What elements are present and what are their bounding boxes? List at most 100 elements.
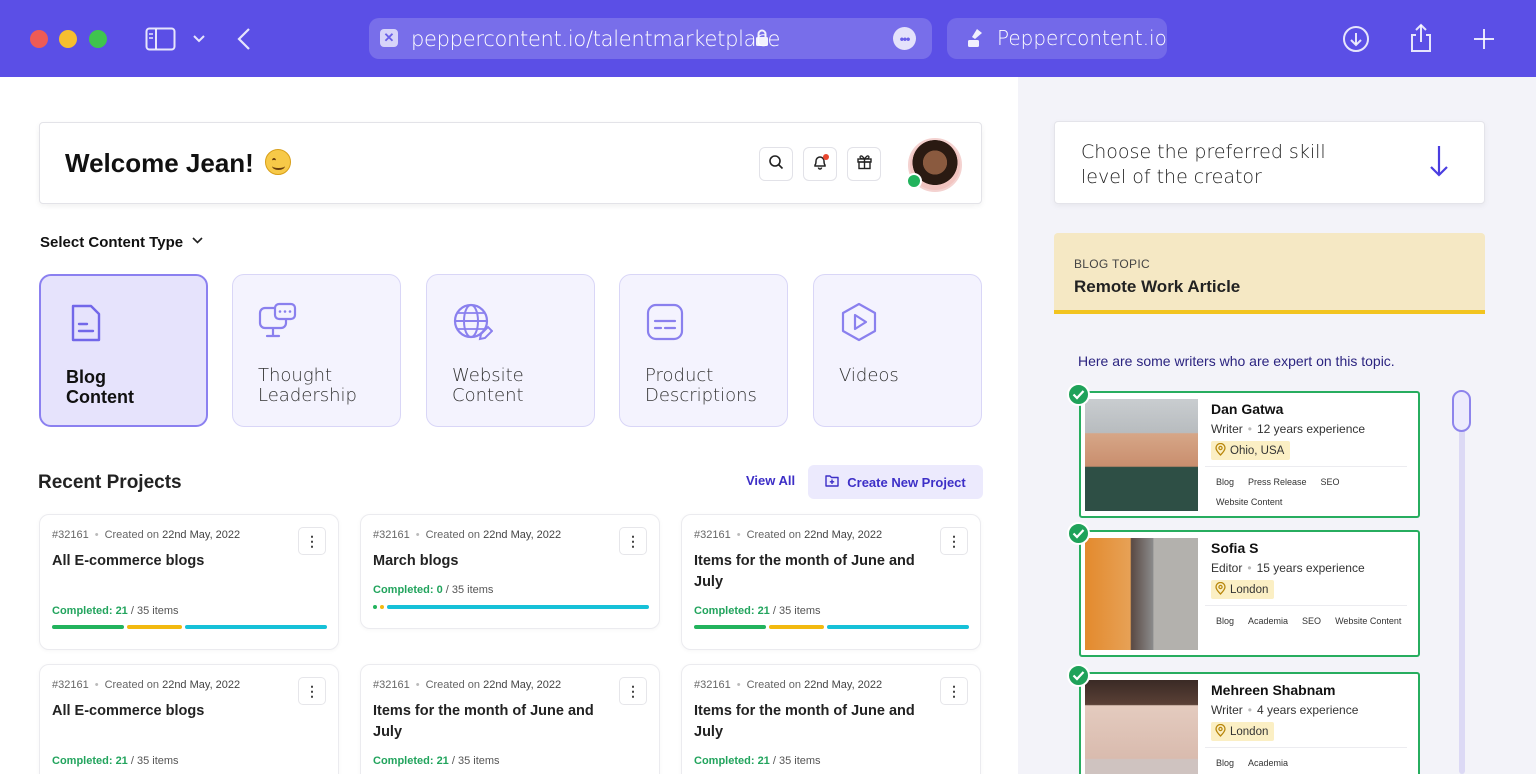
notifications-button[interactable]: [803, 147, 837, 181]
search-icon: [768, 154, 784, 175]
browser-tab[interactable]: Peppercontent.io: [947, 18, 1167, 59]
content-type-label: Website Content: [452, 365, 524, 406]
project-title[interactable]: Items for the month of June and July: [694, 701, 924, 743]
project-title[interactable]: Items for the month of June and July: [694, 551, 924, 593]
writer-location-text: London: [1230, 725, 1269, 738]
project-card[interactable]: #32161 • Created on 22nd May, 2022 ⋮ March b…: [360, 514, 660, 629]
gift-button[interactable]: [847, 147, 881, 181]
project-meta: #32161 • Created on 22nd May, 2022: [52, 679, 241, 691]
view-all-link[interactable]: View All: [746, 473, 795, 488]
project-created-label: Created on: [104, 529, 160, 541]
project-more-button[interactable]: ⋮: [940, 677, 968, 705]
project-card[interactable]: #32161 • Created on 22nd May, 2022 ⋮ Items f…: [360, 664, 660, 774]
completed-count: 21: [757, 605, 770, 617]
completed-label: Completed:: [52, 605, 113, 617]
writer-tag: Academia: [1248, 758, 1289, 768]
project-more-button[interactable]: ⋮: [298, 527, 326, 555]
content-type-thought-leadership[interactable]: Thought Leadership: [232, 274, 401, 427]
location-pin-icon: [1215, 442, 1226, 459]
project-completion: Completed: 21 / 35 items: [373, 755, 500, 767]
maximize-window-button[interactable]: [89, 30, 107, 48]
completed-count: 21: [757, 755, 770, 767]
share-icon[interactable]: [1408, 22, 1434, 54]
project-completion: Completed: 21 / 35 items: [694, 755, 821, 767]
document-icon: [65, 302, 107, 344]
kebab-menu-icon: ⋮: [947, 683, 961, 699]
project-more-button[interactable]: ⋮: [940, 527, 968, 555]
writer-tag: Blog: [1216, 477, 1235, 487]
total-items: / 35 items: [130, 755, 179, 767]
project-meta: #32161 • Created on 22nd May, 2022: [373, 529, 562, 541]
completed-count: 21: [115, 755, 128, 767]
project-card[interactable]: #32161 • Created on 22nd May, 2022 ⋮ All E-c…: [39, 514, 339, 650]
tab-title: Peppercontent.io: [997, 26, 1167, 50]
project-more-button[interactable]: ⋮: [619, 527, 647, 555]
blog-topic-title: Remote Work Article: [1074, 277, 1241, 296]
smiley-emoji-icon: [265, 149, 292, 175]
project-card[interactable]: #32161 • Created on 22nd May, 2022 ⋮ Items f…: [681, 664, 981, 774]
select-content-type-dropdown[interactable]: Select Content Type: [40, 234, 204, 251]
more-options-icon[interactable]: •••: [893, 27, 916, 50]
search-button[interactable]: [759, 147, 793, 181]
chevron-down-icon: [191, 234, 204, 251]
project-title[interactable]: All E-commerce blogs: [52, 551, 282, 572]
writer-card[interactable]: Sofia S Editor • 15 years experience London B…: [1079, 530, 1420, 657]
content-type-blog[interactable]: Blog Content: [39, 274, 208, 427]
project-title[interactable]: March blogs: [373, 551, 603, 572]
create-new-project-button[interactable]: Create New Project: [808, 465, 983, 499]
project-more-button[interactable]: ⋮: [619, 677, 647, 705]
total-items: / 35 items: [772, 605, 821, 617]
writer-tag: Academia: [1248, 616, 1289, 626]
project-title[interactable]: All E-commerce blogs: [52, 701, 282, 722]
pepper-brush-icon: [965, 27, 985, 54]
welcome-title: Welcome Jean!: [65, 148, 292, 179]
project-meta: #32161 • Created on 22nd May, 2022: [52, 529, 241, 541]
writer-role-title: Editor: [1211, 561, 1243, 575]
project-more-button[interactable]: ⋮: [298, 677, 326, 705]
writer-name: Mehreen Shabnam: [1211, 682, 1336, 698]
project-card[interactable]: #32161 • Created on 22nd May, 2022 ⋮ Items f…: [681, 514, 981, 650]
writer-card[interactable]: Dan Gatwa Writer • 12 years experience Ohio,…: [1079, 391, 1420, 518]
project-progress-bar: [694, 625, 969, 629]
completed-label: Completed:: [373, 755, 434, 767]
content-type-product-descriptions[interactable]: Product Descriptions: [619, 274, 788, 427]
project-card[interactable]: #32161 • Created on 22nd May, 2022 ⋮ All E-c…: [39, 664, 339, 774]
sidebar-toggle-icon[interactable]: [145, 27, 176, 51]
globe-edit-icon: [451, 301, 494, 343]
writer-tag: Blog: [1216, 616, 1235, 626]
project-date: 22nd May, 2022: [804, 529, 883, 541]
content-type-label: Blog Content: [66, 367, 134, 407]
writer-experience: 15 years experience: [1256, 561, 1365, 575]
completed-label: Completed:: [694, 605, 755, 617]
writer-location-text: Ohio, USA: [1230, 444, 1285, 457]
scrollbar-thumb[interactable]: [1452, 390, 1471, 432]
project-completion: Completed: 21 / 35 items: [694, 605, 821, 617]
back-icon[interactable]: [236, 27, 252, 51]
close-window-button[interactable]: [30, 30, 48, 48]
content-type-videos[interactable]: Videos: [813, 274, 982, 427]
project-progress-bar: [373, 605, 649, 609]
gift-icon: [856, 153, 873, 175]
browser-toolbar: ✕ peppercontent.io/talentmarketplace •••…: [0, 0, 1536, 77]
scrollbar-track[interactable]: [1459, 396, 1465, 774]
address-bar[interactable]: ✕ peppercontent.io/talentmarketplace •••: [369, 18, 932, 59]
recent-projects-title: Recent Projects: [38, 472, 182, 493]
project-title[interactable]: Items for the month of June and July: [373, 701, 603, 743]
writer-card[interactable]: Mehreen Shabnam Writer • 4 years experience…: [1079, 672, 1420, 774]
total-items: / 35 items: [130, 605, 179, 617]
project-progress-bar: [52, 625, 327, 629]
welcome-text: Welcome Jean!: [65, 148, 254, 178]
new-tab-icon[interactable]: [1472, 27, 1496, 51]
writer-role: Editor • 15 years experience: [1211, 561, 1365, 575]
play-icon: [838, 301, 880, 343]
url-text[interactable]: peppercontent.io/talentmarketplace: [411, 27, 780, 51]
completed-label: Completed:: [52, 755, 113, 767]
download-icon[interactable]: [1342, 25, 1370, 53]
chevron-down-icon[interactable]: [192, 32, 206, 46]
folder-add-icon: [825, 474, 839, 490]
project-id: #32161: [52, 679, 89, 691]
minimize-window-button[interactable]: [59, 30, 77, 48]
project-completion: Completed: 21 / 35 items: [52, 755, 179, 767]
content-type-website[interactable]: Website Content: [426, 274, 595, 427]
skill-level-dropdown[interactable]: Choose the preferred skill level of the …: [1054, 121, 1485, 204]
